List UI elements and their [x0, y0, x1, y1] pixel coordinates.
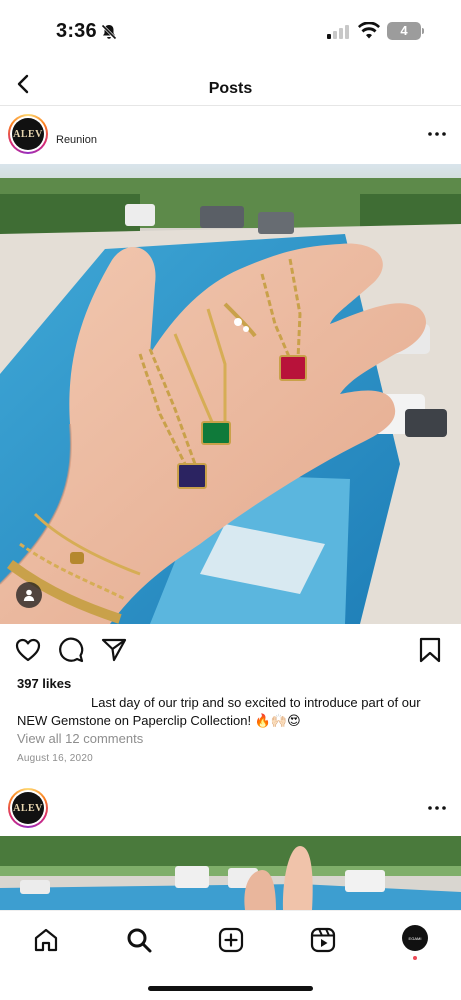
comment-icon[interactable] — [57, 636, 85, 664]
post-photo-scene — [0, 164, 461, 624]
caption-line-2: NEW Gemstone on Paperclip Collection! 🔥🙌… — [17, 713, 301, 728]
battery-indicator: 4 — [387, 22, 421, 40]
home-indicator — [148, 986, 313, 991]
heart-icon[interactable] — [14, 636, 42, 664]
avatar[interactable]: ALEV — [8, 114, 48, 154]
more-horizontal-icon[interactable] — [427, 798, 447, 818]
battery-cap — [422, 28, 424, 34]
wifi-icon — [358, 22, 380, 39]
status-time: 3:36 — [56, 20, 97, 42]
plus-square-icon[interactable] — [217, 926, 245, 954]
profile-tab-avatar[interactable]: EGAMI — [402, 925, 428, 951]
more-horizontal-icon[interactable] — [427, 124, 447, 144]
cellular-signal-icon — [327, 25, 349, 39]
post-actions — [0, 636, 461, 666]
avatar-logo: ALEV — [12, 118, 44, 150]
bookmark-icon[interactable] — [416, 636, 444, 664]
avatar-2[interactable]: ALEV — [8, 788, 48, 828]
post-header-2: ALEV — [0, 780, 461, 836]
search-icon[interactable] — [125, 926, 153, 954]
post-photo[interactable] — [0, 164, 461, 624]
likes-count[interactable]: 397 likes — [17, 676, 71, 691]
view-comments-link[interactable]: View all 12 comments — [17, 731, 143, 746]
caption-line-1: Last day of our trip and so excited to i… — [91, 695, 421, 710]
post-location[interactable]: Reunion — [56, 134, 97, 146]
home-icon[interactable] — [32, 926, 60, 954]
bell-off-icon — [101, 24, 117, 40]
tag-button[interactable] — [16, 582, 42, 608]
status-bar: 3:36 4 — [0, 0, 461, 62]
post-caption: Last day of our trip and so excited to i… — [17, 694, 447, 730]
page-title: Posts — [208, 80, 253, 97]
send-icon[interactable] — [100, 636, 128, 664]
post-photo-2-scene — [0, 836, 461, 910]
nav-header: Posts — [0, 62, 461, 106]
person-tag-icon — [23, 589, 35, 601]
post-date: August 16, 2020 — [17, 753, 93, 764]
notification-dot — [413, 956, 417, 960]
reels-icon[interactable] — [309, 926, 337, 954]
post-header: ALEV Reunion — [0, 106, 461, 162]
avatar-logo-2: ALEV — [12, 792, 44, 824]
post-photo-2[interactable] — [0, 836, 461, 910]
